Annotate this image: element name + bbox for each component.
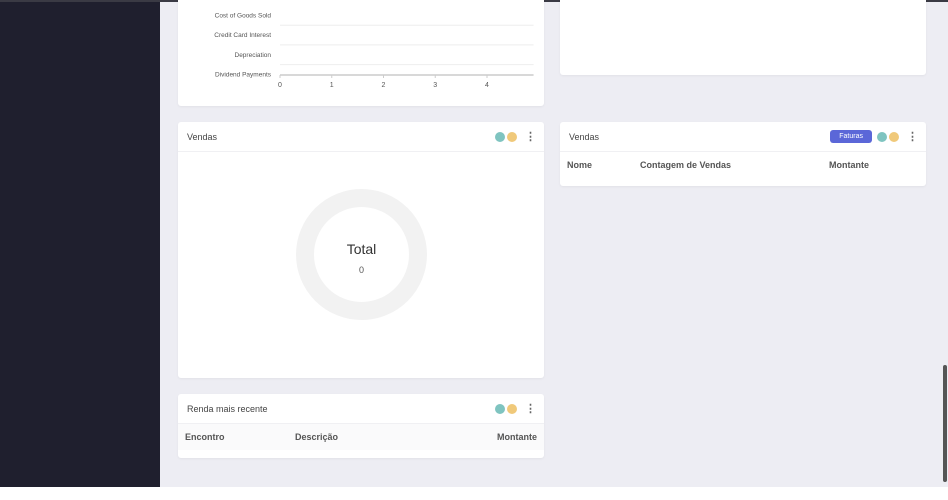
y-tick-label: Depreciation: [235, 52, 272, 59]
x-tick-label: 1: [330, 82, 334, 89]
expense-bar-chart: Cost of Goods Sold Credit Card Interest De…: [214, 12, 534, 89]
column-header: Encontro: [185, 432, 225, 442]
sidebar: [0, 2, 160, 487]
teal-dot-icon[interactable]: [877, 131, 887, 142]
column-header: Nome: [567, 160, 593, 170]
table-header: Nome Contagem de Vendas Montante: [560, 152, 926, 178]
vendas-table-card: Vendas Faturas ⋮ Nome Contagem de Vendas…: [560, 122, 926, 186]
y-tick-label: Credit Card Interest: [214, 32, 271, 39]
column-header: Descrição: [295, 432, 339, 442]
x-tick-label: 2: [382, 82, 386, 89]
dashboard: Cost of Goods Sold Credit Card Interest De…: [160, 0, 948, 487]
column-header: Contagem de Vendas: [640, 160, 732, 170]
table-header: Encontro Descrição Montante: [178, 424, 544, 450]
renda-card: Renda mais recente ⋮ Encontro Descrição …: [178, 394, 544, 458]
column-header: Montante: [829, 160, 869, 170]
expense-chart-card: Cost of Goods Sold Credit Card Interest De…: [178, 0, 544, 106]
donut-total-label: Total: [346, 241, 377, 257]
yellow-dot-icon[interactable]: [889, 131, 899, 142]
more-options-icon[interactable]: ⋮: [525, 402, 536, 415]
teal-dot-icon[interactable]: [495, 131, 505, 142]
teal-dot-icon[interactable]: [495, 403, 505, 414]
yellow-dot-icon[interactable]: [507, 403, 517, 414]
yellow-dot-icon[interactable]: [507, 131, 517, 142]
x-tick-label: 3: [433, 82, 437, 89]
card-title: Renda mais recente: [187, 403, 268, 414]
more-options-icon[interactable]: ⋮: [907, 130, 918, 143]
more-options-icon[interactable]: ⋮: [525, 130, 536, 143]
card-title: Vendas: [187, 131, 218, 142]
y-tick-label: Dividend Payments: [215, 71, 272, 78]
column-header: Montante: [497, 432, 537, 442]
x-tick-label: 0: [278, 82, 282, 89]
scrollbar[interactable]: [943, 365, 947, 482]
top-right-card: [560, 0, 926, 75]
donut-total-value: 0: [358, 265, 364, 275]
vendas-donut-card: Vendas ⋮ Total 0: [178, 122, 544, 378]
x-tick-label: 4: [485, 82, 489, 89]
card-title: Vendas: [569, 131, 600, 142]
y-tick-label: Cost of Goods Sold: [215, 12, 272, 19]
faturas-button[interactable]: Faturas: [830, 130, 872, 143]
